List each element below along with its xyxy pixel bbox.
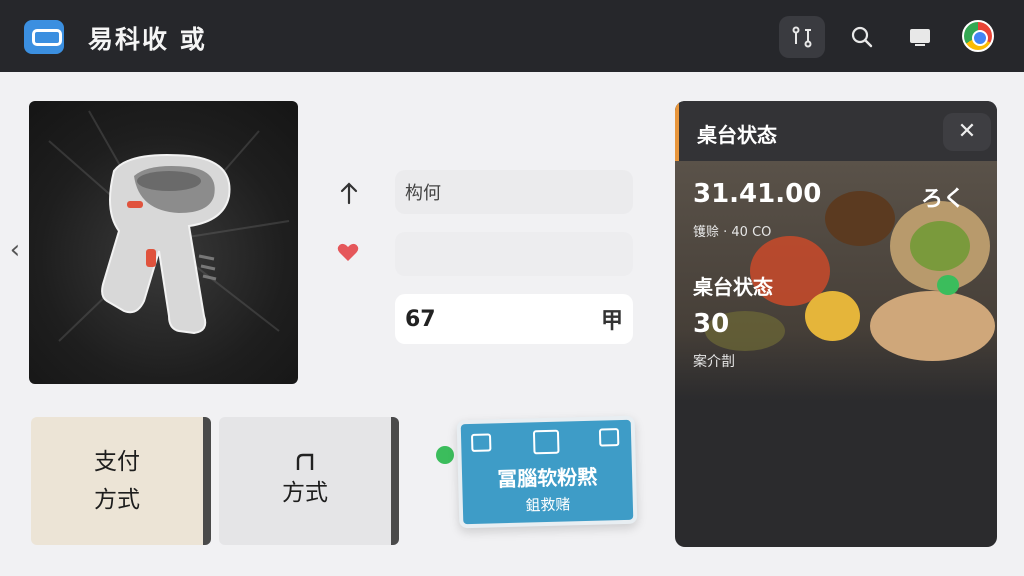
promo-title: 冨腦软粉黙 — [496, 464, 598, 492]
panel-count: 30 — [693, 309, 730, 339]
profile-avatar[interactable] — [962, 20, 994, 52]
status-dot — [436, 446, 454, 464]
arrow-up-button[interactable] — [334, 178, 364, 208]
panel-count-label: 案介剒 — [693, 354, 735, 370]
chat-icon — [598, 428, 620, 447]
app-title: 易科收 或 — [88, 25, 207, 54]
app-logo-icon[interactable] — [24, 20, 64, 54]
panel-meta: 镬赊 · 40 CO — [693, 225, 772, 240]
payment-method-alt-button[interactable]: 方式 — [219, 417, 399, 545]
display-icon — [910, 29, 930, 46]
close-icon[interactable]: ✕ — [943, 113, 991, 151]
panel-title: 桌台状态 — [697, 123, 777, 147]
field-primary-label: 构何 — [405, 183, 441, 204]
promo-subtitle: 鉏救赌 — [525, 495, 571, 515]
panel-value-icon: ろく — [920, 187, 965, 212]
message-icon — [470, 433, 492, 452]
barcode-scanner-icon — [48, 110, 290, 342]
route-icon — [792, 26, 812, 48]
payment-method-alt-line: 方式 — [282, 480, 328, 506]
heart-icon[interactable] — [336, 240, 360, 264]
top-bar: 易科收 或 — [0, 0, 1024, 72]
field-value-right: 甲 — [600, 309, 623, 334]
search-button[interactable] — [839, 16, 885, 58]
panel-value: 31.41.00 — [693, 179, 822, 209]
search-icon — [851, 26, 873, 48]
product-image — [29, 101, 298, 384]
chevron-left-icon[interactable]: ‹ — [4, 236, 26, 264]
field-primary[interactable]: 构何 — [395, 170, 633, 214]
payment-method-button[interactable]: 支付 方式 — [31, 417, 211, 545]
corner-icon — [296, 453, 314, 470]
panel-icon — [532, 429, 560, 455]
status-badge — [937, 275, 959, 295]
field-value[interactable]: 67 甲 — [395, 294, 633, 344]
promo-card[interactable]: 冨腦软粉黙 鉏救赌 — [456, 415, 638, 529]
field-value-left: 67 — [405, 306, 436, 332]
panel-header: 桌台状态 ✕ — [675, 101, 997, 161]
payment-method-line1: 支付 — [94, 449, 140, 475]
payment-method-line2: 方式 — [94, 487, 140, 513]
arrow-up-icon — [340, 182, 358, 205]
panel-subtitle: 桌台状态 — [693, 275, 773, 299]
table-status-panel: 桌台状态 ✕ 31.41.00 ろく 镬赊 · 40 CO 桌台状态 30 案介… — [675, 101, 997, 547]
display-button[interactable] — [897, 16, 943, 58]
route-button[interactable] — [779, 16, 825, 58]
field-secondary[interactable] — [395, 232, 633, 276]
